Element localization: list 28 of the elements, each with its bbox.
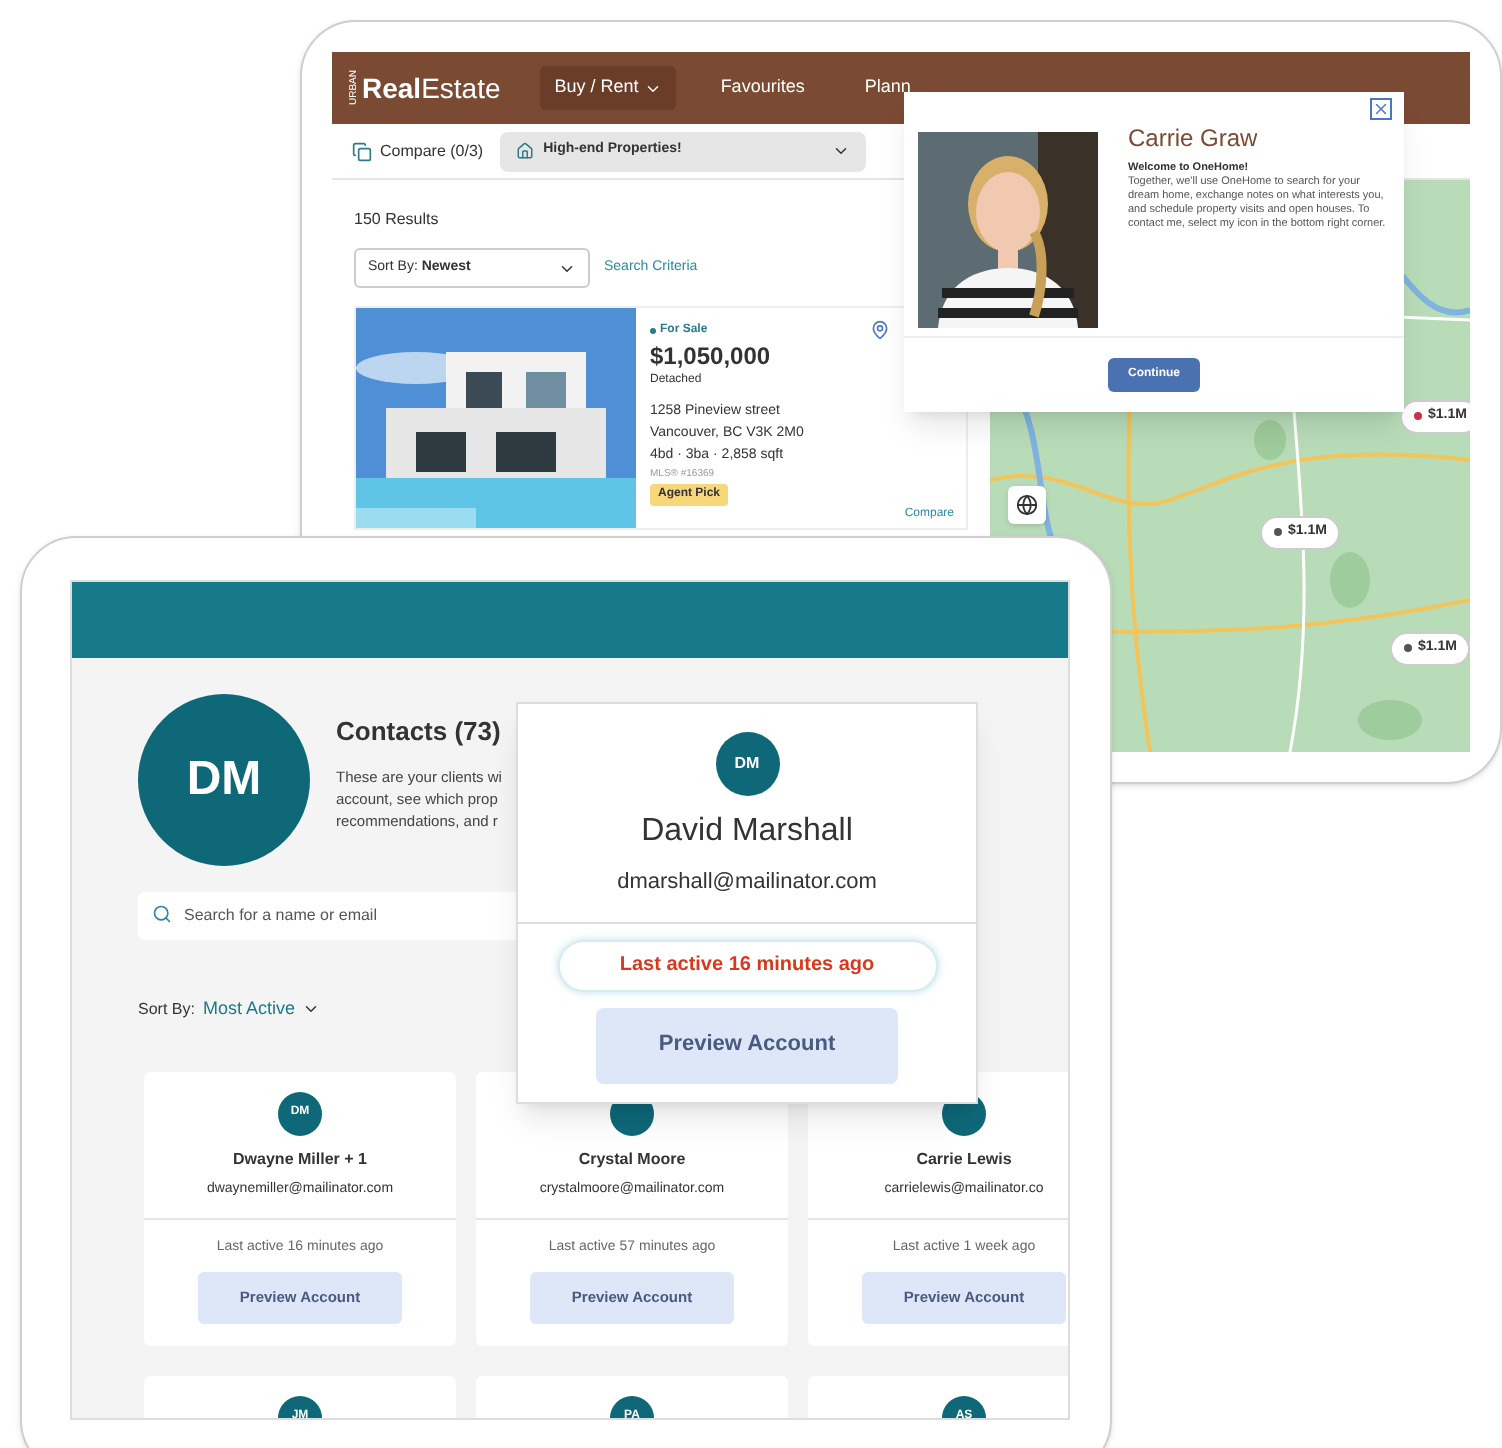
close-icon bbox=[1372, 100, 1390, 118]
globe-button[interactable] bbox=[1008, 486, 1046, 524]
search-icon bbox=[152, 904, 172, 924]
squares-icon bbox=[352, 141, 372, 161]
logo: RealEstate bbox=[362, 69, 501, 107]
contact-name: Crystal Moore bbox=[578, 1147, 686, 1171]
preview-account-button[interactable]: Preview Account bbox=[596, 1007, 898, 1083]
map-pin-icon[interactable] bbox=[870, 320, 890, 340]
compare-button[interactable]: Compare (0/3) bbox=[352, 139, 484, 163]
contact-name: David Marshall bbox=[641, 812, 853, 852]
price: $1,050,000 bbox=[650, 342, 773, 370]
avatar: DM bbox=[715, 732, 779, 796]
contacts-title: Contacts (73) bbox=[336, 714, 502, 750]
nav-link[interactable]: Plann bbox=[848, 74, 927, 102]
globe-icon bbox=[1016, 494, 1038, 516]
contact-name: Carrie Lewis bbox=[916, 1147, 1012, 1171]
nav-dropdown[interactable]: Buy / Rent bbox=[540, 66, 677, 110]
house-icon bbox=[515, 142, 534, 160]
avatar: DM bbox=[138, 694, 310, 866]
nav-link[interactable]: Favourites bbox=[704, 74, 821, 102]
contact-email: dmarshall@mailinator.com bbox=[617, 868, 877, 898]
last-active-badge: Last active 16 minutes ago bbox=[557, 939, 937, 991]
contact-name: Dwayne Miller + 1 bbox=[233, 1147, 367, 1171]
chevron-icon bbox=[831, 142, 850, 160]
sort-dropdown[interactable]: Sort By: Most Active bbox=[138, 996, 321, 1023]
agent-name: Carrie Graw bbox=[1128, 122, 1260, 156]
close-button[interactable] bbox=[1370, 98, 1392, 120]
results-count: 150 Results bbox=[354, 208, 441, 232]
